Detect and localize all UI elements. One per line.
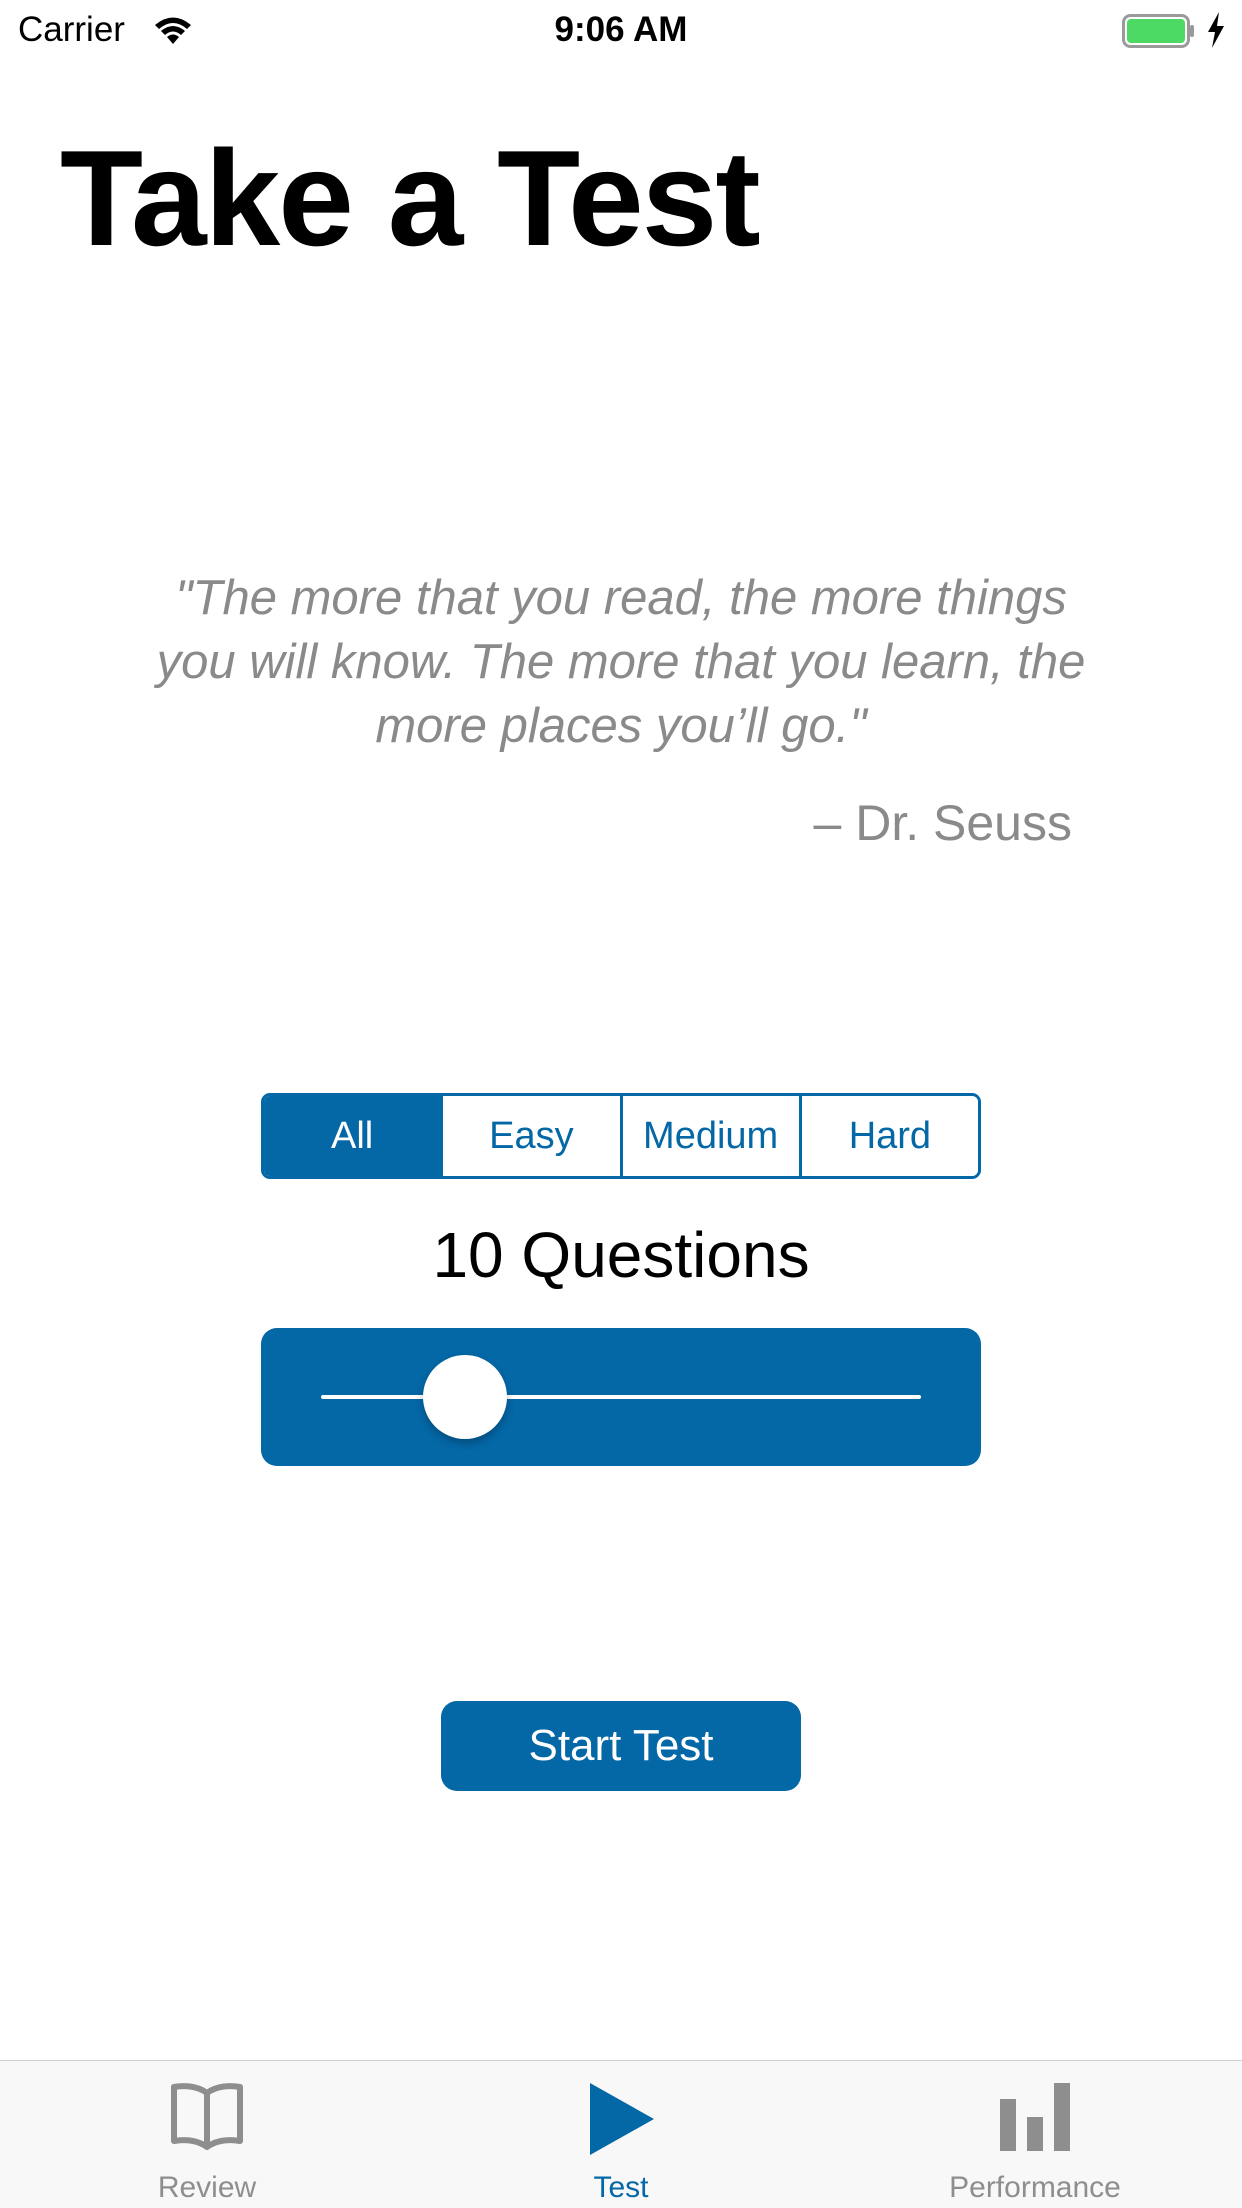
difficulty-segment-easy[interactable]: Easy — [443, 1096, 623, 1176]
tab-performance-label: Performance — [949, 2171, 1121, 2204]
tab-review[interactable]: Review — [0, 2061, 414, 2208]
page-title: Take a Test — [60, 122, 761, 274]
question-count-label: 10 Questions — [432, 1219, 810, 1291]
difficulty-segment-all[interactable]: All — [264, 1096, 444, 1176]
status-bar: Carrier 9:06 AM — [0, 0, 1242, 62]
book-icon — [171, 2083, 243, 2150]
difficulty-segmented-control: All Easy Medium Hard — [261, 1093, 981, 1179]
bar-chart-icon — [1000, 2083, 1070, 2151]
quote-text: "The more that you read, the more things… — [156, 571, 1086, 753]
start-test-button[interactable]: Start Test — [441, 1701, 801, 1791]
tab-performance[interactable]: Performance — [828, 2061, 1242, 2208]
tab-review-label: Review — [157, 2171, 257, 2204]
question-count-slider-panel — [261, 1328, 981, 1466]
test-screen: Carrier 9:06 AM Take a Test "The more th… — [0, 0, 1242, 2208]
slider-thumb[interactable] — [423, 1355, 507, 1439]
charging-bolt-icon — [1208, 12, 1224, 48]
battery-icon — [1122, 14, 1194, 48]
tab-bar: Review Test Performance — [0, 2060, 1242, 2208]
difficulty-segment-hard[interactable]: Hard — [801, 1096, 978, 1176]
tab-test-label: Test — [593, 2171, 649, 2204]
play-icon — [590, 2083, 654, 2155]
difficulty-segment-medium[interactable]: Medium — [622, 1096, 802, 1176]
quote-author: – Dr. Seuss — [813, 795, 1072, 851]
question-count-slider[interactable] — [321, 1395, 921, 1399]
tab-test[interactable]: Test — [414, 2061, 828, 2208]
status-time: 9:06 AM — [554, 10, 688, 49]
